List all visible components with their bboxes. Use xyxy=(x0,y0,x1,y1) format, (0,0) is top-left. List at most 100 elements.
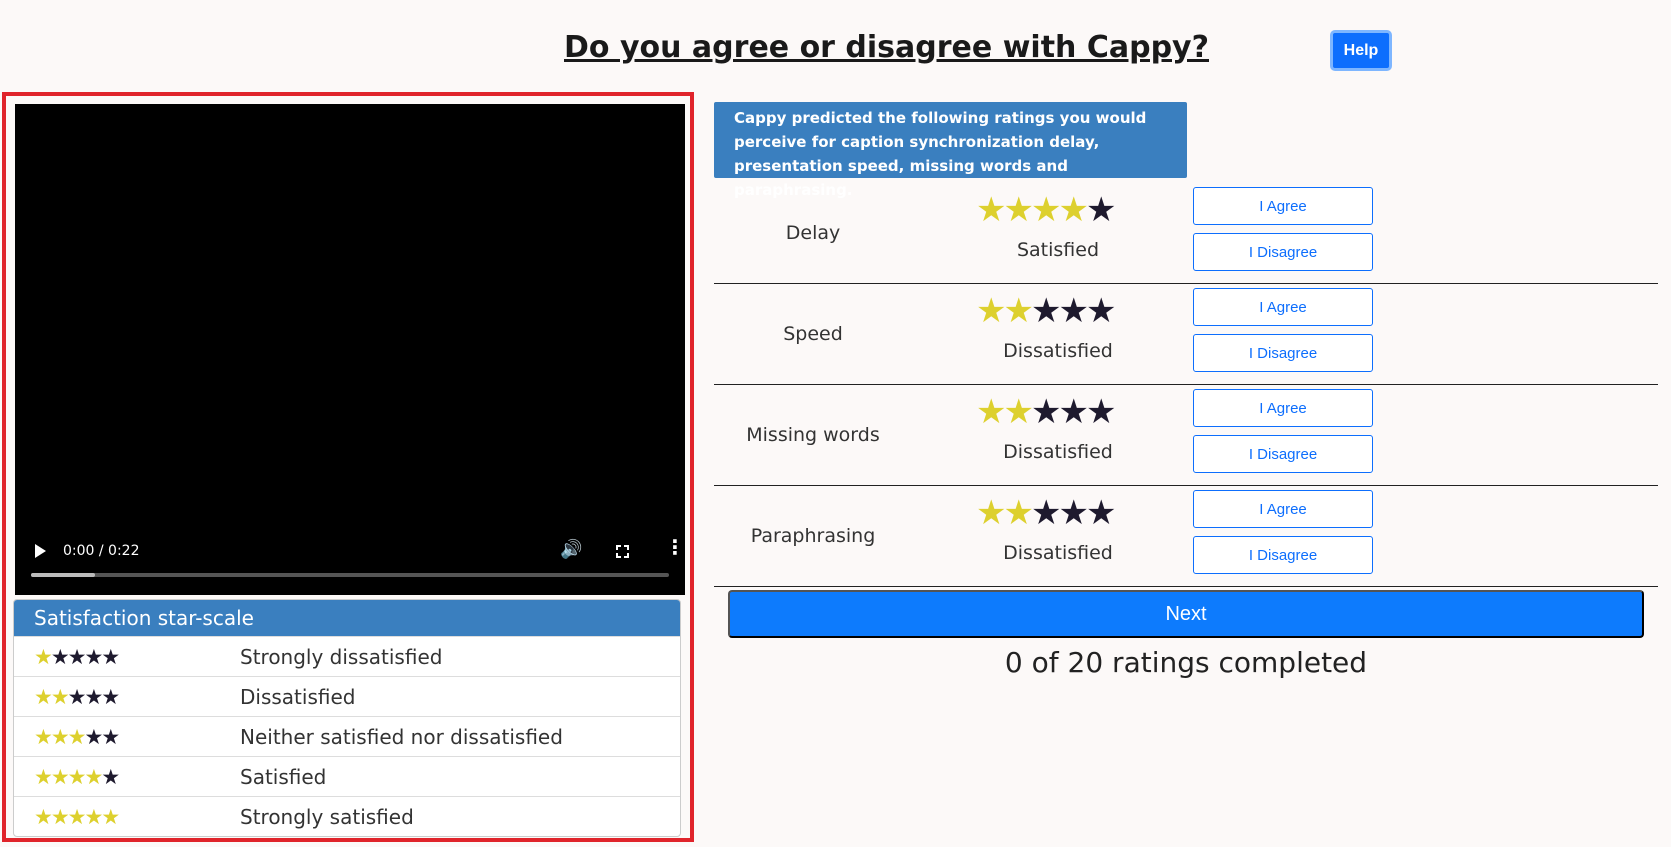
star-filled-icon: ★ xyxy=(976,291,1007,331)
star-empty-icon: ★ xyxy=(1058,392,1089,432)
disagree-button[interactable]: I Disagree xyxy=(1193,435,1373,473)
video-panel: 0:00 / 0:22 🔊 ⋮ Satisfaction star-scale … xyxy=(2,92,694,842)
star-empty-icon: ★ xyxy=(67,684,87,709)
rating-row-speed: Speed ★★★★★ Dissatisfied I Agree I Disag… xyxy=(714,284,1658,385)
star-empty-icon: ★ xyxy=(1058,493,1089,533)
rating-description: Dissatisfied xyxy=(1003,441,1113,463)
star-filled-icon: ★ xyxy=(84,764,103,789)
disagree-button[interactable]: I Disagree xyxy=(1193,334,1373,372)
star-empty-icon: ★ xyxy=(84,684,103,709)
star-filled-icon: ★ xyxy=(34,684,53,709)
scale-row: ★★★★★ Dissatisfied xyxy=(14,676,680,716)
agree-button[interactable]: I Agree xyxy=(1193,389,1373,427)
star-empty-icon: ★ xyxy=(50,644,70,669)
star-filled-icon: ★ xyxy=(84,804,103,829)
rating-row-paraphrasing: Paraphrasing ★★★★★ Dissatisfied I Agree … xyxy=(714,486,1658,587)
rating-name: Speed xyxy=(783,323,843,345)
rating-description: Dissatisfied xyxy=(1003,542,1113,564)
video-progress-bar[interactable] xyxy=(31,573,669,577)
volume-icon[interactable]: 🔊 xyxy=(560,539,582,560)
rating-row-missing-words: Missing words ★★★★★ Dissatisfied I Agree… xyxy=(714,385,1658,486)
star-filled-icon: ★ xyxy=(1003,392,1034,432)
scale-stars: ★★★★★ xyxy=(14,685,240,709)
scale-stars: ★★★★★ xyxy=(14,765,240,789)
disagree-button[interactable]: I Disagree xyxy=(1193,233,1373,271)
next-button[interactable]: Next xyxy=(728,590,1644,638)
star-filled-icon: ★ xyxy=(101,804,120,829)
rating-name: Paraphrasing xyxy=(750,525,876,547)
scale-label: Strongly satisfied xyxy=(240,804,414,829)
scale-row: ★★★★★ Strongly dissatisfied xyxy=(14,636,680,676)
star-empty-icon: ★ xyxy=(1058,291,1089,331)
scale-label: Neither satisfied nor dissatisfied xyxy=(240,724,563,749)
star-filled-icon: ★ xyxy=(1030,190,1062,230)
rating-stars: ★★★★★ xyxy=(976,392,1117,432)
satisfaction-scale-table: Satisfaction star-scale ★★★★★ Strongly d… xyxy=(13,599,681,837)
star-empty-icon: ★ xyxy=(84,724,103,749)
scale-label: Dissatisfied xyxy=(240,684,356,709)
scale-stars: ★★★★★ xyxy=(14,725,240,749)
star-filled-icon: ★ xyxy=(50,684,70,709)
play-icon[interactable] xyxy=(35,544,46,558)
more-options-icon[interactable]: ⋮ xyxy=(665,537,685,557)
rating-description: Satisfied xyxy=(1016,239,1100,261)
video-player[interactable]: 0:00 / 0:22 🔊 ⋮ xyxy=(15,104,685,595)
star-filled-icon: ★ xyxy=(50,764,70,789)
video-time: 0:00 / 0:22 xyxy=(63,543,140,559)
ratings-progress-text: 0 of 20 ratings completed xyxy=(1004,646,1368,679)
scale-row: ★★★★★ Strongly satisfied xyxy=(14,796,680,836)
scale-row: ★★★★★ Satisfied xyxy=(14,756,680,796)
star-filled-icon: ★ xyxy=(34,644,53,669)
star-filled-icon: ★ xyxy=(67,804,87,829)
star-empty-icon: ★ xyxy=(1030,392,1062,432)
rating-stars: ★★★★★ xyxy=(976,493,1117,533)
video-progress-fill xyxy=(31,573,95,577)
star-filled-icon: ★ xyxy=(1058,190,1089,230)
disagree-button[interactable]: I Disagree xyxy=(1193,536,1373,574)
scale-stars: ★★★★★ xyxy=(14,645,240,669)
star-filled-icon: ★ xyxy=(34,764,53,789)
star-filled-icon: ★ xyxy=(1003,190,1034,230)
help-button[interactable]: Help xyxy=(1330,30,1392,71)
star-filled-icon: ★ xyxy=(50,804,70,829)
star-empty-icon: ★ xyxy=(101,724,120,749)
rating-row-delay: Delay ★★★★★ Satisfied I Agree I Disagree xyxy=(714,183,1658,284)
info-box: Cappy predicted the following ratings yo… xyxy=(714,102,1187,199)
star-empty-icon: ★ xyxy=(101,764,120,789)
star-filled-icon: ★ xyxy=(34,804,53,829)
star-empty-icon: ★ xyxy=(1030,493,1062,533)
star-empty-icon: ★ xyxy=(1085,190,1117,230)
star-filled-icon: ★ xyxy=(67,764,87,789)
star-empty-icon: ★ xyxy=(1085,392,1117,432)
rating-stars: ★★★★★ xyxy=(976,291,1117,331)
star-empty-icon: ★ xyxy=(84,644,103,669)
video-controls: 0:00 / 0:22 🔊 ⋮ xyxy=(15,525,685,595)
star-empty-icon: ★ xyxy=(1085,493,1117,533)
star-filled-icon: ★ xyxy=(67,724,87,749)
star-filled-icon: ★ xyxy=(976,190,1007,230)
star-filled-icon: ★ xyxy=(976,493,1007,533)
star-empty-icon: ★ xyxy=(101,644,120,669)
rating-name: Delay xyxy=(785,222,841,244)
scale-label: Satisfied xyxy=(240,764,327,789)
rating-name: Missing words xyxy=(746,424,880,446)
scale-label: Strongly dissatisfied xyxy=(240,644,443,669)
page-title: Do you agree or disagree with Cappy? xyxy=(564,30,1209,65)
star-filled-icon: ★ xyxy=(50,724,70,749)
star-filled-icon: ★ xyxy=(1003,493,1034,533)
scale-stars: ★★★★★ xyxy=(14,805,240,829)
star-empty-icon: ★ xyxy=(1085,291,1117,331)
star-empty-icon: ★ xyxy=(67,644,87,669)
star-filled-icon: ★ xyxy=(976,392,1007,432)
agree-button[interactable]: I Agree xyxy=(1193,187,1373,225)
scale-title: Satisfaction star-scale xyxy=(14,600,680,636)
agree-button[interactable]: I Agree xyxy=(1193,490,1373,528)
scale-row: ★★★★★ Neither satisfied nor dissatisfied xyxy=(14,716,680,756)
agree-button[interactable]: I Agree xyxy=(1193,288,1373,326)
star-filled-icon: ★ xyxy=(34,724,53,749)
fullscreen-icon[interactable] xyxy=(615,544,630,559)
rating-stars: ★★★★★ xyxy=(976,190,1117,230)
rating-description: Dissatisfied xyxy=(1003,340,1113,362)
star-empty-icon: ★ xyxy=(101,684,120,709)
star-empty-icon: ★ xyxy=(1030,291,1062,331)
